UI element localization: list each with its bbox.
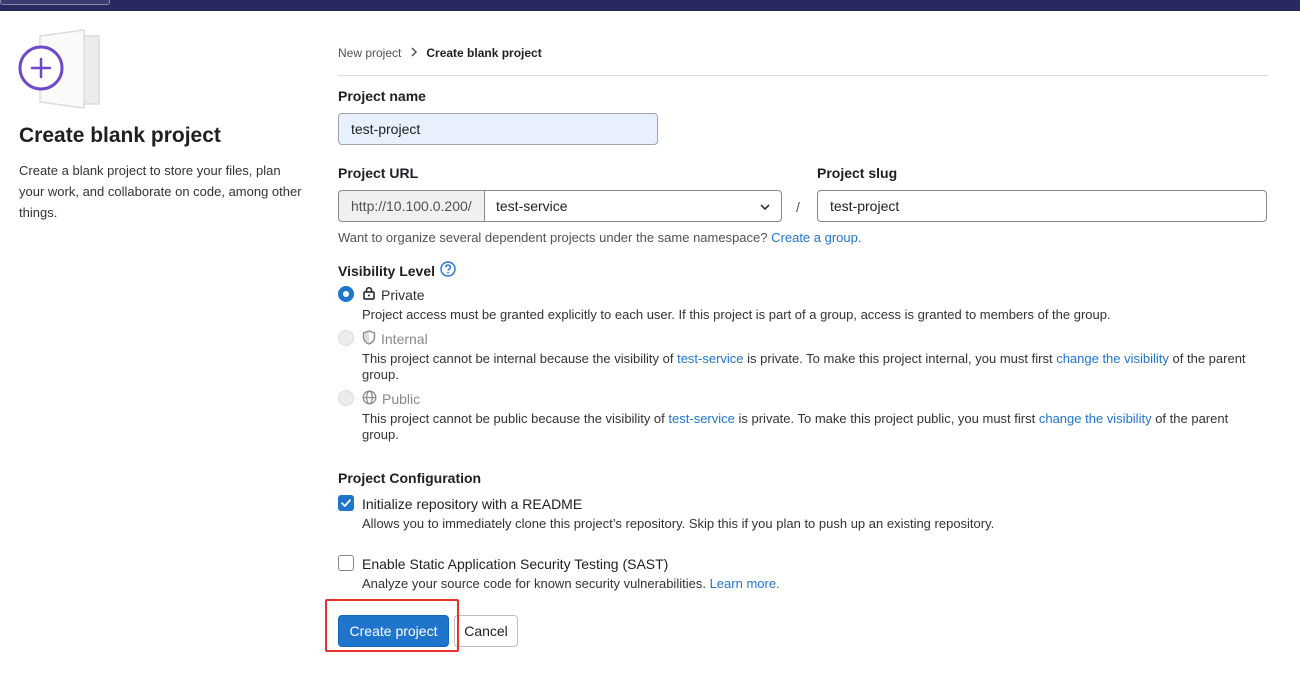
public-change-visibility-link[interactable]: change the visibility — [1039, 411, 1152, 426]
learn-more-link[interactable]: Learn more. — [710, 576, 780, 591]
visibility-private-label: Private — [381, 286, 425, 303]
visibility-label-row: Visibility Level — [338, 261, 456, 280]
create-group-link[interactable]: Create a group. — [771, 230, 861, 245]
public-desc-part-2: is private. To make this project public,… — [738, 411, 1036, 426]
internal-group-link[interactable]: test-service — [677, 351, 743, 366]
cancel-button[interactable]: Cancel — [454, 615, 518, 647]
visibility-private-radio[interactable] — [338, 286, 354, 302]
visibility-internal-label: Internal — [381, 331, 428, 347]
namespace-help-text: Want to organize several dependent proje… — [338, 230, 768, 245]
globe-icon — [362, 390, 377, 408]
breadcrumb-current: Create blank project — [426, 45, 542, 60]
sast-checkbox[interactable] — [338, 555, 354, 571]
navbar-tab[interactable] — [0, 0, 110, 5]
project-url-group: http://10.100.0.200/ test-service — [338, 190, 782, 222]
visibility-public-title: Public — [362, 390, 420, 408]
create-project-button[interactable]: Create project — [338, 615, 449, 647]
visibility-public-desc: This project cannot be public because th… — [362, 411, 1262, 443]
readme-checkbox[interactable] — [338, 495, 354, 511]
project-slug-label: Project slug — [817, 165, 898, 181]
project-configuration-label: Project Configuration — [338, 470, 482, 486]
visibility-label: Visibility Level — [338, 262, 436, 279]
readme-help: Allows you to immediately clone this pro… — [362, 516, 995, 531]
internal-change-visibility-link[interactable]: change the visibility — [1056, 351, 1169, 366]
internal-desc-part-1: This project cannot be internal because … — [362, 351, 674, 366]
namespace-select-value: test-service — [496, 198, 568, 214]
url-separator: / — [796, 199, 800, 215]
visibility-internal-radio[interactable] — [338, 330, 354, 346]
visibility-internal-title: Internal — [362, 330, 428, 348]
namespace-select[interactable]: test-service — [484, 190, 782, 222]
project-slug-input[interactable]: test-project — [817, 190, 1267, 222]
blank-project-illustration — [18, 29, 100, 109]
visibility-internal-desc: This project cannot be internal because … — [362, 351, 1262, 383]
visibility-private-title: Private — [362, 286, 425, 303]
sast-label[interactable]: Enable Static Application Security Testi… — [362, 556, 668, 572]
divider — [338, 75, 1268, 76]
internal-desc-part-2: is private. To make this project interna… — [747, 351, 1053, 366]
breadcrumb: New project Create blank project — [338, 45, 542, 60]
readme-label[interactable]: Initialize repository with a README — [362, 496, 582, 512]
sidebar-title: Create blank project — [19, 124, 221, 147]
visibility-private-desc: Project access must be granted explicitl… — [362, 307, 1111, 322]
project-url-label: Project URL — [338, 165, 419, 181]
visibility-public-label: Public — [382, 391, 421, 407]
chevron-down-icon — [759, 198, 771, 214]
top-navbar — [0, 0, 1300, 11]
chevron-right-icon — [410, 45, 418, 60]
sast-help-text: Analyze your source code for known secur… — [362, 576, 706, 591]
project-name-label: Project name — [338, 88, 426, 104]
public-desc-part-1: This project cannot be public because th… — [362, 411, 665, 426]
check-icon — [341, 499, 351, 507]
project-name-input[interactable]: test-project — [338, 113, 658, 145]
question-circle-icon[interactable] — [440, 261, 456, 280]
sast-help: Analyze your source code for known secur… — [362, 576, 1262, 592]
breadcrumb-new-project[interactable]: New project — [338, 46, 401, 60]
public-group-link[interactable]: test-service — [668, 411, 734, 426]
namespace-help: Want to organize several dependent proje… — [338, 230, 861, 246]
shield-icon — [362, 330, 376, 348]
sidebar-description: Create a blank project to store your fil… — [19, 163, 302, 220]
project-url-prefix: http://10.100.0.200/ — [338, 190, 484, 222]
lock-icon — [362, 286, 376, 303]
visibility-public-radio[interactable] — [338, 390, 354, 406]
